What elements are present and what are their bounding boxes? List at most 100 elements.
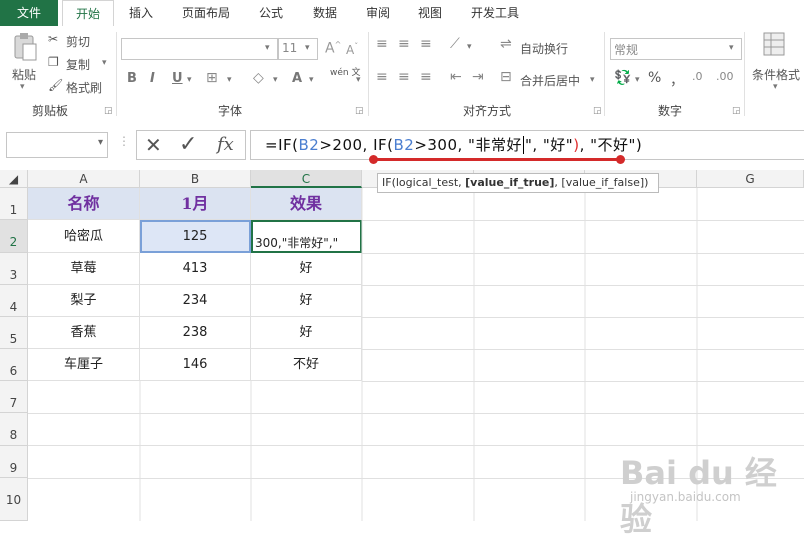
decrease-decimal-icon[interactable]: .00 — [716, 70, 734, 83]
conditional-format-icon[interactable] — [763, 32, 787, 62]
currency-icon[interactable]: 💱 — [614, 70, 631, 86]
row-header-2[interactable]: 2 — [0, 220, 28, 253]
cut-icon[interactable]: ✂ — [48, 32, 58, 46]
tab-page-layout[interactable]: 页面布局 — [170, 0, 242, 26]
font-size-select[interactable]: 11 — [278, 38, 318, 60]
chevron-down-icon[interactable]: ▾ — [356, 75, 361, 85]
tab-view[interactable]: 视图 — [407, 0, 453, 26]
underline-button[interactable]: U — [172, 71, 183, 86]
tab-formulas[interactable]: 公式 — [248, 0, 294, 26]
separator — [116, 32, 117, 116]
format-painter-icon[interactable]: 🖌 — [48, 78, 63, 92]
chevron-down-icon[interactable]: ▾ — [635, 75, 640, 85]
column-header-c[interactable]: C — [251, 170, 362, 188]
font-color-icon[interactable]: A — [292, 71, 302, 86]
format-painter-button[interactable]: 格式刷 — [66, 79, 102, 96]
menu-file[interactable]: 文件 — [0, 0, 58, 26]
chevron-down-icon[interactable]: ▾ — [265, 43, 270, 53]
phonetic-icon[interactable]: wén 文 — [330, 68, 360, 78]
row-header-7[interactable]: 7 — [0, 381, 28, 413]
align-bottom-icon[interactable]: ≡ — [420, 36, 432, 52]
column-header-b[interactable]: B — [140, 170, 251, 188]
orientation-icon[interactable]: ⟋ — [450, 36, 460, 52]
column-header-a[interactable]: A — [28, 170, 140, 188]
row-header-5[interactable]: 5 — [0, 317, 28, 349]
copy-icon[interactable]: ❐ — [48, 55, 59, 69]
merge-center-icon[interactable]: ⊟ — [500, 69, 512, 85]
conditional-format-button[interactable]: 条件格式 — [752, 66, 800, 83]
wrap-text-button[interactable]: 自动换行 — [520, 40, 568, 57]
decrease-indent-icon[interactable]: ⇤ — [450, 69, 462, 85]
align-top-icon[interactable]: ≡ — [376, 36, 388, 52]
row-header-8[interactable]: 8 — [0, 413, 28, 446]
tooltip-active-arg: [value_if_true] — [465, 176, 555, 189]
separator — [368, 32, 369, 116]
merge-center-button[interactable]: 合并后居中 — [520, 72, 580, 89]
chevron-down-icon[interactable]: ▾ — [187, 75, 192, 85]
chevron-down-icon[interactable]: ▾ — [590, 75, 595, 85]
copy-button[interactable]: 复制 — [66, 56, 90, 73]
increase-decimal-icon[interactable]: .0 — [692, 70, 703, 83]
align-left-icon[interactable]: ≡ — [376, 69, 388, 85]
chevron-down-icon[interactable]: ▾ — [227, 75, 232, 85]
font-group-label: 字体 — [217, 104, 242, 118]
number-format-value: 常规 — [614, 43, 639, 57]
insert-function-icon[interactable]: fx — [217, 134, 234, 155]
chevron-down-icon[interactable]: ▾ — [309, 75, 314, 85]
clipboard-launcher-icon[interactable]: ◲ — [104, 106, 113, 116]
increase-font-icon[interactable]: A^ — [325, 40, 341, 57]
italic-button[interactable]: I — [150, 71, 155, 86]
ribbon: 粘贴 ▾ ✂ 剪切 ❐ 复制 ▾ 🖌 格式刷 剪贴板 ◲ ▾ 11 ▾ A^ A… — [0, 26, 804, 121]
font-name-select[interactable] — [121, 38, 278, 60]
row-header-6[interactable]: 6 — [0, 349, 28, 381]
chevron-down-icon[interactable]: ▾ — [98, 137, 103, 148]
number-launcher-icon[interactable]: ◲ — [732, 106, 741, 116]
align-right-icon[interactable]: ≡ — [420, 69, 432, 85]
confirm-icon[interactable]: ✓ — [179, 132, 197, 157]
paste-button[interactable]: 粘贴 — [12, 66, 36, 83]
function-tooltip: IF(logical_test, [value_if_true], [value… — [377, 173, 659, 193]
copy-dropdown-icon[interactable]: ▾ — [102, 58, 107, 68]
alignment-launcher-icon[interactable]: ◲ — [593, 106, 602, 116]
cancel-icon[interactable]: ✕ — [145, 133, 162, 157]
row-header-3[interactable]: 3 — [0, 253, 28, 285]
name-box[interactable]: ▾ — [6, 132, 108, 158]
percent-button[interactable]: % — [648, 70, 661, 86]
formula-part: , "不好") — [579, 136, 643, 154]
bold-button[interactable]: B — [127, 71, 137, 86]
increase-indent-icon[interactable]: ⇥ — [472, 69, 484, 85]
align-middle-icon[interactable]: ≡ — [398, 36, 410, 52]
tab-review[interactable]: 审阅 — [355, 0, 401, 26]
tab-home[interactable]: 开始 — [62, 0, 114, 27]
chevron-down-icon[interactable]: ▾ — [305, 43, 310, 53]
tab-developer[interactable]: 开发工具 — [462, 0, 528, 26]
number-format-select[interactable]: 常规 — [610, 38, 742, 60]
formula-bar-grip-icon[interactable]: ⋮ — [118, 134, 130, 148]
formula-bar: ▾ ⋮ ✕ ✓ fx =IF(B2>200, IF(B2>300, "非常好 ",… — [0, 120, 804, 171]
formula-input[interactable]: =IF(B2>200, IF(B2>300, "非常好 ", "好"), "不好"… — [250, 130, 804, 160]
comma-button[interactable]: ， — [670, 70, 684, 90]
fill-color-icon[interactable]: ◇ — [253, 70, 264, 86]
formula-part: =IF( — [265, 136, 299, 154]
row-header-9[interactable]: 9 — [0, 446, 28, 478]
row-header-10[interactable]: 10 — [0, 478, 28, 521]
tab-insert[interactable]: 插入 — [118, 0, 164, 26]
align-center-icon[interactable]: ≡ — [398, 69, 410, 85]
tab-data[interactable]: 数据 — [302, 0, 348, 26]
paste-icon[interactable] — [12, 32, 38, 62]
chevron-down-icon[interactable]: ▾ — [773, 82, 778, 92]
chevron-down-icon[interactable]: ▾ — [729, 43, 734, 53]
paste-dropdown-icon[interactable]: ▾ — [20, 82, 25, 92]
chevron-down-icon[interactable]: ▾ — [273, 75, 278, 85]
row-header-4[interactable]: 4 — [0, 285, 28, 317]
select-all-corner[interactable]: ◢ — [0, 170, 28, 188]
wrap-text-icon[interactable]: ⇌ — [500, 36, 512, 52]
border-icon[interactable]: ⊞ — [206, 70, 218, 86]
cut-button[interactable]: 剪切 — [66, 33, 90, 50]
font-launcher-icon[interactable]: ◲ — [355, 106, 364, 116]
row-header-1[interactable]: 1 — [0, 188, 28, 220]
column-header-g[interactable]: G — [697, 170, 804, 188]
annotation-dot — [369, 155, 378, 164]
decrease-font-icon[interactable]: Aˇ — [346, 42, 358, 57]
chevron-down-icon[interactable]: ▾ — [467, 42, 472, 52]
